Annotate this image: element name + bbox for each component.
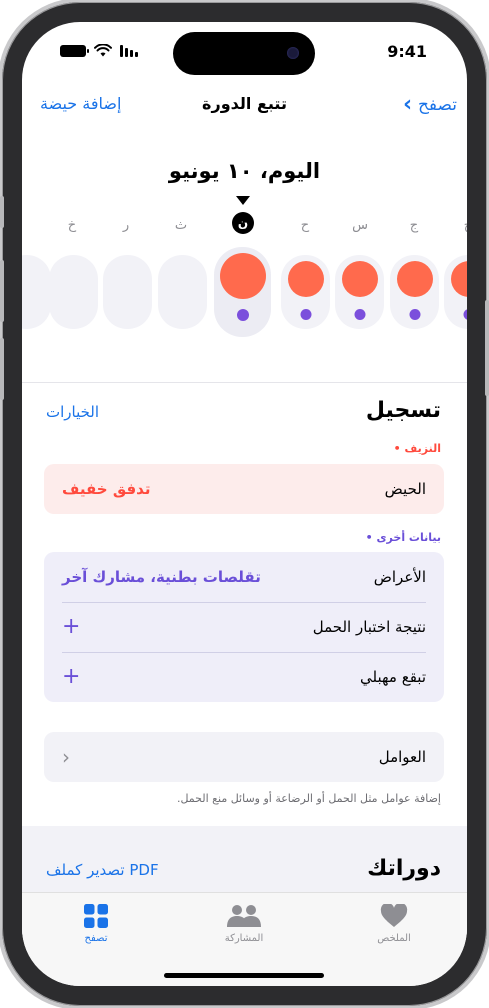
bleeding-category-label: • النزيف bbox=[393, 442, 441, 455]
heart-icon bbox=[380, 904, 408, 927]
date-title: اليوم، ١٠ يونيو bbox=[168, 159, 321, 183]
day-pill-today[interactable] bbox=[214, 247, 271, 337]
day-pill[interactable] bbox=[158, 255, 207, 329]
factors-label: العوامل bbox=[378, 748, 426, 766]
export-pdf-button[interactable]: تصدير كملف PDF bbox=[46, 861, 159, 879]
home-indicator[interactable] bbox=[164, 973, 324, 978]
grid-icon bbox=[84, 904, 108, 928]
symptoms-row[interactable]: الأعراض تقلصات بطنية، مشارك آخر bbox=[44, 552, 444, 602]
weekday-labels: ج ج س ح ن ث ر خ bbox=[22, 212, 467, 238]
period-row[interactable]: الحيض تدفق خفيف bbox=[44, 464, 444, 514]
symptom-marker bbox=[463, 309, 467, 320]
section-divider bbox=[22, 382, 467, 383]
chevron-right-icon: ‹ bbox=[62, 745, 70, 769]
spotting-row[interactable]: تبقع مهبلي + bbox=[44, 652, 444, 702]
other-data-card: الأعراض تقلصات بطنية، مشارك آخر نتيجة اخ… bbox=[44, 552, 444, 702]
factors-footnote: إضافة عوامل مثل الحمل أو الرضاعة أو وسائ… bbox=[176, 792, 441, 805]
cycles-title: دوراتك bbox=[367, 856, 441, 881]
day-label-today[interactable]: ن bbox=[232, 212, 254, 234]
period-value: تدفق خفيف bbox=[62, 480, 151, 498]
day-pill[interactable] bbox=[390, 255, 439, 329]
volume-down-button bbox=[0, 338, 4, 400]
plus-icon[interactable]: + bbox=[62, 666, 80, 688]
silent-switch bbox=[0, 196, 4, 228]
cellular-signal-icon bbox=[120, 44, 138, 57]
day-pill[interactable] bbox=[335, 255, 384, 329]
cycle-day-strip[interactable] bbox=[22, 247, 467, 337]
symptom-marker bbox=[300, 309, 311, 320]
battery-icon bbox=[60, 44, 89, 57]
day-pill[interactable] bbox=[281, 255, 330, 329]
pregnancy-test-label: نتيجة اختبار الحمل bbox=[312, 618, 426, 636]
add-period-button[interactable]: إضافة حيضة bbox=[40, 94, 121, 113]
symptoms-value: تقلصات بطنية، مشارك آخر bbox=[62, 568, 261, 586]
tab-summary-label: الملخص bbox=[377, 933, 411, 944]
day-label: خ bbox=[67, 218, 77, 233]
flow-marker bbox=[450, 261, 467, 297]
day-label: ج bbox=[458, 218, 467, 233]
wifi-icon bbox=[94, 44, 112, 57]
plus-icon[interactable]: + bbox=[62, 616, 80, 638]
symptom-marker bbox=[354, 309, 365, 320]
today-pointer-icon bbox=[236, 196, 250, 205]
symptom-marker bbox=[236, 309, 249, 321]
volume-up-button bbox=[0, 260, 4, 322]
logging-title: تسجيل bbox=[365, 398, 441, 423]
tab-sharing[interactable]: المشاركة bbox=[204, 903, 284, 944]
spotting-label: تبقع مهبلي bbox=[360, 668, 426, 686]
tab-summary[interactable]: الملخص bbox=[354, 903, 434, 944]
day-label: س bbox=[352, 218, 368, 233]
logging-header: تسجيل الخيارات bbox=[22, 398, 467, 428]
status-time: 9:41 bbox=[387, 42, 427, 61]
symptoms-label: الأعراض bbox=[373, 568, 426, 586]
day-label: ر bbox=[122, 218, 130, 233]
options-button[interactable]: الخيارات bbox=[46, 403, 99, 421]
flow-marker bbox=[341, 261, 378, 297]
day-label: ث bbox=[174, 218, 188, 233]
day-pill[interactable] bbox=[22, 255, 51, 329]
symptom-marker bbox=[409, 309, 420, 320]
cycles-header: دوراتك تصدير كملف PDF bbox=[22, 856, 467, 886]
day-pill[interactable] bbox=[49, 255, 98, 329]
factors-row[interactable]: العوامل ‹ bbox=[44, 732, 444, 782]
flow-marker bbox=[219, 253, 266, 299]
navigation-bar: تصفح ‹ تتبع الدورة إضافة حيضة bbox=[22, 92, 467, 122]
tab-browse-label: تصفح bbox=[84, 933, 108, 944]
screen: 9:41 تصفح ‹ تتبع الدورة إضافة حيضة اليوم… bbox=[22, 22, 467, 986]
tab-bar: الملخص المشاركة تصفح bbox=[22, 892, 467, 986]
power-button bbox=[485, 300, 489, 396]
day-label: ج bbox=[409, 218, 419, 233]
tab-sharing-label: المشاركة bbox=[224, 933, 264, 944]
people-icon bbox=[227, 905, 261, 927]
pregnancy-test-row[interactable]: نتيجة اختبار الحمل + bbox=[44, 602, 444, 652]
dynamic-island bbox=[173, 32, 315, 75]
status-icons bbox=[60, 44, 138, 57]
bleeding-card: الحيض تدفق خفيف bbox=[44, 464, 444, 514]
flow-marker bbox=[287, 261, 324, 297]
day-label: ح bbox=[300, 218, 310, 233]
flow-marker bbox=[396, 261, 433, 297]
other-data-category-label: • بيانات أخرى bbox=[365, 531, 441, 544]
day-pill[interactable] bbox=[103, 255, 152, 329]
tab-browse[interactable]: تصفح bbox=[56, 903, 136, 944]
day-pill[interactable] bbox=[444, 255, 467, 329]
period-label: الحيض bbox=[384, 480, 426, 498]
factors-card: العوامل ‹ bbox=[44, 732, 444, 782]
